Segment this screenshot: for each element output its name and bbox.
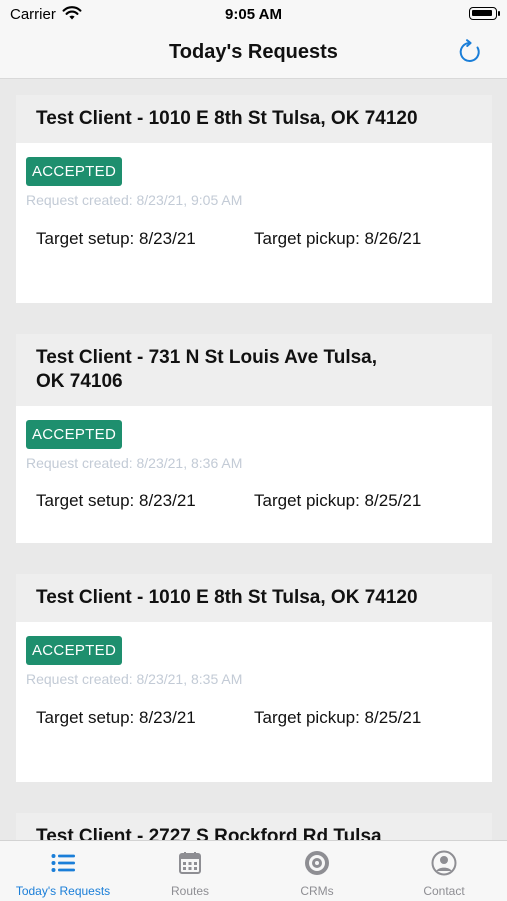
tab-label: Routes [170, 884, 210, 898]
page-title: Today's Requests [169, 41, 338, 63]
request-created-date: Request created: 8/23/21, 8:35 AM [26, 671, 243, 687]
request-card[interactable]: Test Client - 2727 S Rockford Rd Tulsa [16, 813, 492, 840]
request-client-address: Test Client - 2727 S Rockford Rd Tulsa [16, 813, 492, 840]
status-badge: ACCEPTED [26, 420, 123, 449]
target-icon [303, 849, 331, 877]
status-time: 9:05 AM [225, 6, 282, 23]
target-setup-date: Target setup: 8/23/21 [36, 229, 196, 248]
person-icon [430, 849, 458, 877]
requests-list[interactable]: Test Client - 1010 E 8th St Tulsa, OK 74… [0, 79, 507, 840]
tab-bar: Today's Requests Routes CRMs Contact [0, 840, 507, 901]
target-setup-date: Target setup: 8/23/21 [36, 708, 196, 727]
request-client-address: Test Client - 1010 E 8th St Tulsa, OK 74… [16, 574, 492, 622]
request-created-date: Request created: 8/23/21, 9:05 AM [26, 192, 243, 208]
request-card[interactable]: Test Client - 1010 E 8th St Tulsa, OK 74… [16, 574, 492, 782]
request-client-address: Test Client - 1010 E 8th St Tulsa, OK 74… [16, 95, 492, 143]
tab-label: Today's Requests [15, 884, 111, 898]
request-card[interactable]: Test Client - 731 N St Louis Ave Tulsa, … [16, 334, 492, 543]
tab-label: CRMs [300, 884, 334, 898]
tab-label: Contact [423, 884, 465, 898]
status-badge: ACCEPTED [26, 636, 123, 665]
navigation-bar: Today's Requests [0, 30, 507, 79]
request-client-address: Test Client - 731 N St Louis Ave Tulsa, … [16, 334, 492, 406]
request-card[interactable]: Test Client - 1010 E 8th St Tulsa, OK 74… [16, 95, 492, 303]
tab-contact[interactable]: Contact [381, 841, 507, 901]
status-badge: ACCEPTED [26, 157, 123, 186]
list-icon [49, 849, 77, 877]
target-setup-date: Target setup: 8/23/21 [36, 491, 196, 510]
target-pickup-date: Target pickup: 8/25/21 [254, 491, 422, 510]
refresh-icon[interactable] [456, 38, 484, 66]
tab-routes[interactable]: Routes [127, 841, 253, 901]
target-pickup-date: Target pickup: 8/25/21 [254, 708, 422, 727]
status-bar: Carrier 9:05 AM [0, 0, 507, 30]
target-pickup-date: Target pickup: 8/26/21 [254, 229, 422, 248]
calendar-icon [176, 849, 204, 877]
request-created-date: Request created: 8/23/21, 8:36 AM [26, 455, 243, 471]
tab-crms[interactable]: CRMs [254, 841, 380, 901]
tab-todays-requests[interactable]: Today's Requests [0, 841, 126, 901]
battery-icon [469, 7, 500, 20]
